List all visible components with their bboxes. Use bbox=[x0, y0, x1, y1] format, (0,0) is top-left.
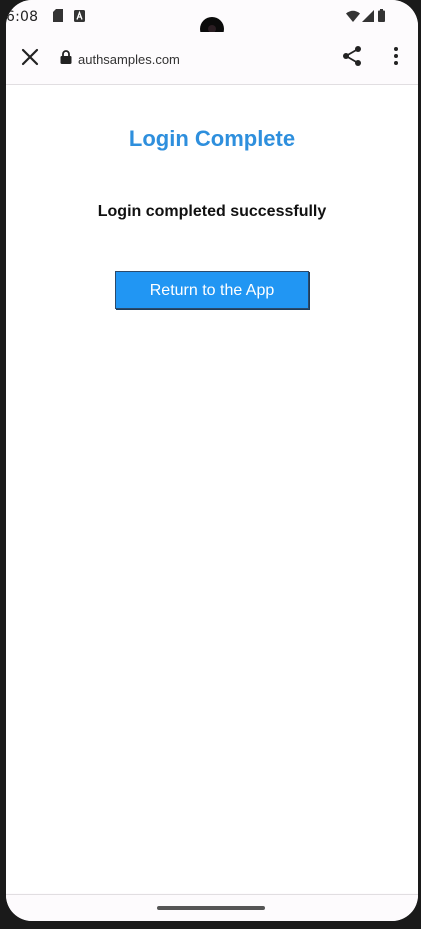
battery-icon bbox=[378, 9, 385, 27]
share-icon bbox=[343, 46, 361, 66]
status-time: 6:08 bbox=[6, 9, 39, 25]
return-to-app-button[interactable]: Return to the App bbox=[115, 271, 309, 309]
close-icon bbox=[21, 48, 39, 66]
browser-toolbar: authsamples.com bbox=[6, 32, 418, 85]
keyboard-a-icon bbox=[74, 9, 85, 27]
lock-icon bbox=[60, 49, 72, 69]
success-message: Login completed successfully bbox=[97, 203, 327, 220]
status-bar: 6:08 bbox=[6, 0, 418, 41]
page-title: Login Complete bbox=[128, 126, 296, 151]
gesture-nav-bar bbox=[6, 894, 418, 921]
url-bar[interactable]: authsamples.com bbox=[60, 49, 180, 69]
share-button[interactable] bbox=[340, 44, 364, 68]
more-vert-icon bbox=[394, 47, 398, 65]
wifi-icon bbox=[346, 9, 360, 27]
signal-icon bbox=[362, 9, 374, 27]
sim-card-icon bbox=[53, 9, 63, 27]
phone-screen: 6:08 authsamples.com Login Complete Logi… bbox=[6, 0, 418, 921]
more-options-button[interactable] bbox=[384, 44, 408, 68]
close-button[interactable] bbox=[18, 45, 42, 69]
home-gesture-handle[interactable] bbox=[157, 906, 265, 910]
web-content: Login Complete Login completed successfu… bbox=[6, 85, 418, 893]
url-text: authsamples.com bbox=[78, 51, 180, 67]
